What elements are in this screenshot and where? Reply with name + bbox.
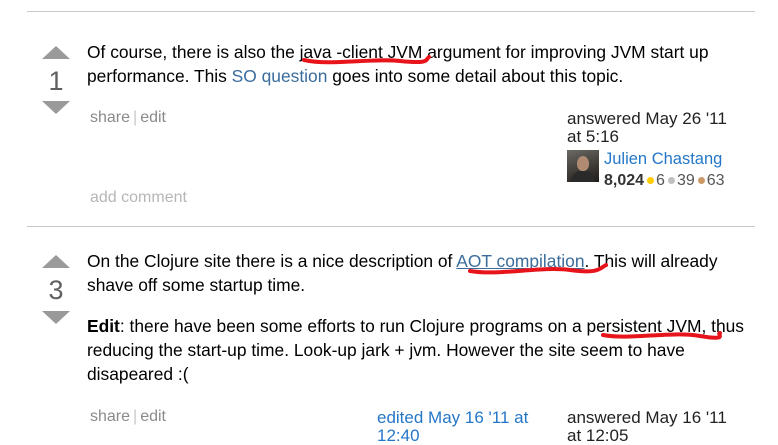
aot-compilation-link[interactable]: AOT compilation	[456, 251, 584, 271]
answer-divider	[27, 226, 755, 227]
answer-body: Of course, there is also the java -clien…	[87, 40, 755, 88]
bronze-badge-icon	[697, 176, 705, 184]
edit-link[interactable]: edit	[140, 109, 166, 126]
text-segment: goes into some detail about this topic.	[327, 66, 624, 86]
edited-timestamp[interactable]: edited May 16 '11 at 12:40	[377, 409, 528, 445]
share-link[interactable]: share	[90, 109, 130, 126]
add-comment-link[interactable]: add comment	[90, 189, 187, 207]
upvote-arrow-icon[interactable]	[42, 255, 70, 268]
text-segment: Of course, there is also the	[87, 42, 300, 62]
answered-timestamp: answered May 16 '11 at 12:05	[567, 409, 727, 445]
bronze-badge-count: 63	[706, 172, 725, 189]
so-question-link[interactable]: SO question	[232, 66, 328, 86]
text-segment: : there have been some efforts to run Cl…	[119, 316, 587, 336]
answer-paragraph: On the Clojure site there is a nice desc…	[87, 249, 755, 297]
avatar-face	[577, 156, 589, 171]
upvote-arrow-icon[interactable]	[42, 46, 70, 59]
silver-badge-icon	[667, 176, 675, 184]
vote-score: 3	[48, 275, 64, 305]
gold-badge-count: 6	[656, 172, 665, 189]
text-segment: On the Clojure site there is a nice desc…	[87, 251, 457, 271]
answered-time: at 5:16	[567, 127, 619, 146]
answered-timestamp: answered May 26 '11 at 5:16	[567, 110, 727, 146]
separator: |	[133, 109, 138, 126]
answer-paragraph: Edit: there have been some efforts to ru…	[87, 314, 755, 386]
silver-badge-count: 39	[676, 172, 695, 189]
user-reputation: 8,024 6 39 63	[604, 172, 725, 190]
downvote-arrow-icon[interactable]	[42, 311, 70, 324]
answer-paragraph: Of course, there is also the java -clien…	[87, 40, 755, 88]
persistent-jvm-text: persistent JVM	[586, 316, 702, 336]
avatar-shoulders	[571, 171, 595, 182]
reputation-score: 8,024	[604, 172, 645, 189]
edit-link[interactable]: edit	[140, 408, 166, 425]
downvote-arrow-icon[interactable]	[42, 101, 70, 114]
answer-body: On the Clojure site there is a nice desc…	[87, 249, 755, 386]
answered-label: answered May 16 '11	[567, 408, 727, 427]
post-menu: share | edit	[90, 408, 166, 426]
gold-badge-icon	[647, 176, 655, 184]
bold-label: Edit	[87, 316, 120, 336]
vote-score: 1	[48, 66, 64, 96]
inline-code-text: java -client JVM	[299, 42, 423, 62]
user-avatar[interactable]	[567, 150, 599, 182]
answered-time: at 12:05	[567, 426, 629, 445]
post-menu: share | edit	[90, 109, 166, 127]
answered-label: answered May 26 '11	[567, 109, 727, 128]
edited-label: edited May 16 '11 at	[377, 408, 529, 427]
edited-time: 12:40	[377, 426, 420, 445]
share-link[interactable]: share	[90, 408, 130, 425]
user-name-link[interactable]: Julien Chastang	[604, 150, 722, 169]
separator: |	[133, 408, 138, 425]
top-divider	[27, 11, 755, 12]
